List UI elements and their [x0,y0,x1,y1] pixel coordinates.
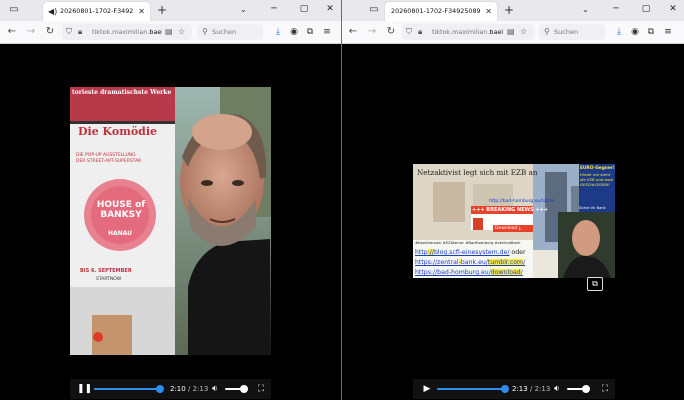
nav-toolbar: ← → ↻ ⛉ 🔒︎ tiktok.maximilian.bael ▤ ☆ ⚲ … [0,21,341,44]
search-placeholder: Suchen [554,28,579,36]
reload-icon[interactable]: ↻ [384,25,398,39]
lock-icon[interactable]: 🔒︎ [418,26,422,38]
poster-date: BIS 6. SEPTEMBER [80,268,132,274]
extensions-icon[interactable]: ⧉ [304,25,316,39]
volume-handle[interactable] [581,385,590,393]
bookmark-star-icon[interactable]: ☆ [178,26,185,38]
search-box[interactable]: ⚲ Suchen [539,24,605,40]
tab-list-icon[interactable]: ▭ [368,4,380,16]
close-window-button[interactable]: ✕ [324,3,336,16]
pause-icon[interactable]: ❚❚ [77,383,92,395]
tab-title: 20260801-1702-F349250892425041 [391,7,481,15]
url-text[interactable]: tiktok.maximilian.bael [92,26,162,38]
tab-close-icon[interactable]: ✕ [485,6,492,17]
picture-in-picture-icon[interactable]: ⧉ [587,277,603,291]
breaking-news: +++ BREAKING NEWS +++ [472,207,549,213]
tab-active[interactable]: 20260801-1702-F349250892425041 ✕ [385,2,497,21]
search-icon: ⚲ [202,27,208,36]
poster-city: HANAU [108,230,133,237]
tracking-shield-icon[interactable]: ⛉ [66,26,72,38]
link-3[interactable]: https://bad-homburg.eu/download/ [415,268,535,278]
download-button[interactable]: Download ⤓ [495,225,521,232]
list-all-tabs-icon[interactable]: ⌄ [240,5,247,15]
search-icon: ⚲ [544,27,550,36]
poster-street: DER STREET-ART-SUPERSTAR [76,159,142,164]
close-window-button[interactable]: ✕ [667,3,679,16]
forward-icon[interactable]: → [24,25,38,39]
maximize-button[interactable]: ▢ [640,3,652,16]
news-headline: Netzaktivist legt sich mit EZB an [417,168,538,177]
maximize-button[interactable]: ▢ [298,3,310,16]
url-bar[interactable]: ⛉ 🔒︎ tiktok.maximilian.bael ▤ ☆ [62,24,192,40]
fullscreen-icon[interactable]: ⛶ [255,383,267,395]
volume-slider[interactable] [225,385,248,393]
link-2[interactable]: https://zentral-bank.eu/tumblr.com/ [415,258,535,268]
link-list: http://blog.scfi-einesystem.de/ oder htt… [415,248,535,278]
extensions-icon[interactable]: ⧉ [645,25,657,39]
browser-window-left: ▭ ◀) 20260801-1702-F3492508924250 ✕ + ⌄ … [0,0,341,400]
poster-komodie: Die Komödie [78,125,158,138]
poster-top-line: torieste dramatischste Werke [72,89,172,96]
url-text[interactable]: tiktok.maximilian.bael [432,26,504,38]
lock-icon[interactable]: 🔒︎ [78,26,82,38]
progress-track[interactable] [94,385,165,393]
hashtags: #bankhausen #EZAterror #BadHomburg #zent… [415,240,521,245]
fullscreen-icon[interactable]: ⛶ [599,383,611,395]
volume-icon[interactable]: 🔉︎ [209,383,221,395]
euro-text: Hinter mir steht die EZB und zwar GESCHL… [580,172,614,187]
play-icon[interactable]: ▶ [421,383,433,395]
new-tab-button[interactable]: + [504,3,514,17]
list-all-tabs-icon[interactable]: ⌄ [582,5,589,15]
reader-view-icon[interactable]: ▤ [507,26,515,38]
minimize-button[interactable]: ─ [610,3,622,16]
tab-title: 20260801-1702-F3492508924250 [60,7,134,15]
volume-slider[interactable] [567,385,590,393]
back-icon[interactable]: ← [5,25,19,39]
volume-handle[interactable] [239,385,248,393]
time-display: 2:10 / 2:13 [170,385,209,393]
search-placeholder: Suchen [212,28,237,36]
account-icon[interactable]: ◉ [288,25,300,39]
downloads-icon[interactable]: ⤓ [613,25,625,39]
back-icon[interactable]: ← [346,25,360,39]
volume-icon[interactable]: 🔉︎ [551,383,563,395]
new-tab-button[interactable]: + [157,3,167,17]
progress-fill [94,388,161,390]
link-1[interactable]: http://blog.scfi-einesystem.de/ oder [415,248,535,258]
search-box[interactable]: ⚲ Suchen [197,24,263,40]
tab-close-icon[interactable]: ✕ [138,6,145,17]
menu-icon[interactable]: ≡ [662,25,674,39]
forward-icon[interactable]: → [365,25,379,39]
progress-handle[interactable] [501,385,509,393]
progress-handle[interactable] [156,385,165,393]
video-frame[interactable]: torieste dramatischste Werke Die Komödie… [70,87,271,355]
video-controls: ❚❚ 2:10 / 2:13 🔉︎ ⛶ [70,379,271,399]
progress-track[interactable] [437,385,509,393]
tab-bar: ▭ 20260801-1702-F349250892425041 ✕ + ⌄ ─… [342,0,684,21]
bank-label: Sicher Ihr Bank [579,206,606,210]
video-controls: ▶ 2:13 / 2:13 🔉︎ ⛶ [413,379,615,399]
menu-icon[interactable]: ≡ [321,25,333,39]
reader-view-icon[interactable]: ▤ [165,26,173,38]
tab-list-icon[interactable]: ▭ [8,4,20,16]
tracking-shield-icon[interactable]: ⛉ [406,26,412,38]
minimize-button[interactable]: ─ [268,3,280,16]
time-display: 2:13 / 2:13 [512,385,551,393]
bookmark-star-icon[interactable]: ☆ [520,26,527,38]
audio-playing-icon[interactable]: ◀) [48,6,57,17]
tab-active[interactable]: ◀) 20260801-1702-F3492508924250 ✕ [43,2,150,21]
nav-toolbar: ← → ↻ ⛉ 🔒︎ tiktok.maximilian.bael ▤ ☆ ⚲ … [342,21,684,44]
browser-window-right: ▭ 20260801-1702-F349250892425041 ✕ + ⌄ ─… [342,0,684,400]
account-icon[interactable]: ◉ [629,25,641,39]
euro-gegner: EURO-Gegner! [580,166,615,171]
video-frame[interactable]: Netzaktivist legt sich mit EZB an EURO-G… [413,164,615,278]
poster-start: STARTNOW [96,277,122,282]
small-url: http://bad-homburg.eu/totale [489,199,555,204]
url-bar[interactable]: ⛉ 🔒︎ tiktok.maximilian.bael ▤ ☆ [402,24,534,40]
reload-icon[interactable]: ↻ [43,25,57,39]
poster-house: HOUSE of BANKSY [96,200,146,220]
progress-fill [437,388,505,390]
downloads-icon[interactable]: ⤓ [272,25,284,39]
tab-bar: ▭ ◀) 20260801-1702-F3492508924250 ✕ + ⌄ … [0,0,341,21]
